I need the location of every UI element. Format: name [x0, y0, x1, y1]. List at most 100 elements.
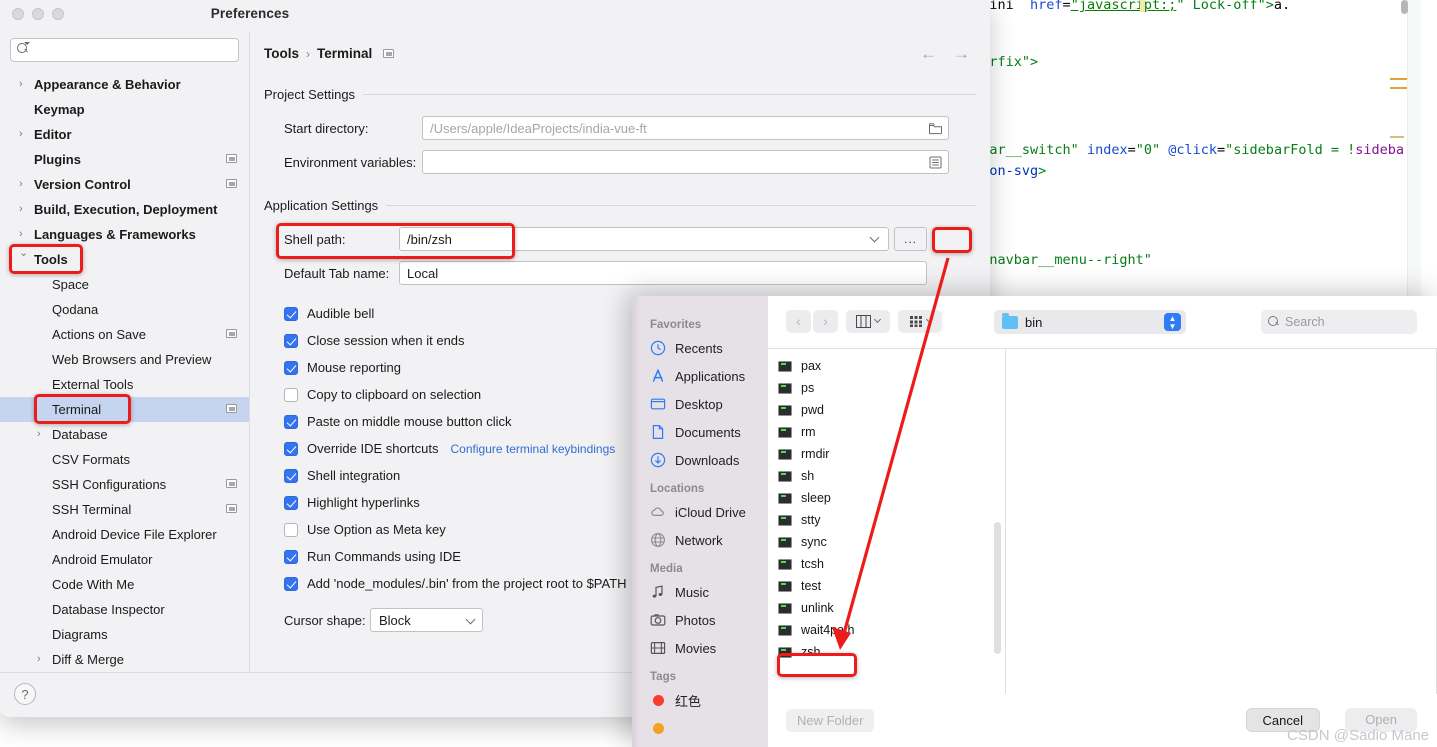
stepper-icon[interactable]: ▲ ▼: [1164, 313, 1181, 331]
checkbox-close-session-when-it-ends[interactable]: [284, 333, 298, 348]
back-arrow-icon[interactable]: ←: [920, 44, 937, 64]
checkbox-highlight-hyperlinks[interactable]: [284, 495, 298, 510]
sidebar-item-build-execution-deployment[interactable]: › Build, Execution, Deployment: [0, 197, 249, 222]
finder-sidebar-item[interactable]: Movies: [632, 634, 768, 662]
checkbox-shell-integration[interactable]: [284, 468, 298, 483]
shell-path-browse-button[interactable]: ...: [894, 227, 927, 251]
editor-scrollbar-thumb[interactable]: [1401, 0, 1408, 14]
chevron-right-icon[interactable]: ›: [19, 179, 28, 190]
edit-list-icon[interactable]: [928, 155, 943, 170]
chevron-right-icon[interactable]: ›: [19, 204, 28, 215]
sidebar-item-database[interactable]: › Database: [0, 422, 249, 447]
breadcrumb-parent[interactable]: Tools: [264, 46, 299, 61]
sidebar-item-tools[interactable]: ⌄ Tools: [0, 247, 249, 272]
back-button[interactable]: ‹: [786, 310, 811, 333]
file-list-item[interactable]: sh: [768, 465, 1005, 487]
sidebar-item-terminal[interactable]: Terminal: [0, 397, 249, 422]
file-list-item[interactable]: rm: [768, 421, 1005, 443]
chevron-right-icon[interactable]: ›: [19, 129, 28, 140]
sidebar-item-appearance-behavior[interactable]: › Appearance & Behavior: [0, 72, 249, 97]
help-button[interactable]: ?: [14, 683, 36, 705]
checkbox-audible-bell[interactable]: [284, 306, 298, 321]
finder-search-field[interactable]: Search: [1261, 310, 1417, 334]
sidebar-item-external-tools[interactable]: External Tools: [0, 372, 249, 397]
checkbox-run-commands-using-ide[interactable]: [284, 549, 298, 564]
finder-sidebar-item[interactable]: Applications: [632, 362, 768, 390]
file-list-item[interactable]: stty: [768, 509, 1005, 531]
close-button-icon[interactable]: [12, 8, 24, 20]
file-list-item[interactable]: pwd: [768, 399, 1005, 421]
file-list-item[interactable]: test: [768, 575, 1005, 597]
sidebar-item-qodana[interactable]: Qodana: [0, 297, 249, 322]
start-directory-field[interactable]: /Users/apple/IdeaProjects/india-vue-ft: [422, 116, 949, 140]
finder-sidebar-item[interactable]: Network: [632, 526, 768, 554]
chevron-down-icon[interactable]: [869, 232, 880, 243]
default-tab-field[interactable]: Local: [399, 261, 927, 285]
search-input[interactable]: [33, 43, 238, 57]
finder-sidebar-item[interactable]: [632, 714, 768, 742]
sidebar-item-code-with-me[interactable]: Code With Me: [0, 572, 249, 597]
shell-path-field[interactable]: /bin/zsh: [399, 227, 889, 251]
configure-keybindings-link[interactable]: Configure terminal keybindings: [451, 442, 616, 456]
sidebar-item-ssh-terminal[interactable]: SSH Terminal: [0, 497, 249, 522]
file-list-item[interactable]: sleep: [768, 487, 1005, 509]
zoom-button-icon[interactable]: [52, 8, 64, 20]
minimize-button-icon[interactable]: [32, 8, 44, 20]
finder-sidebar-item[interactable]: Downloads: [632, 446, 768, 474]
checkbox-paste-on-middle-mouse-button-click[interactable]: [284, 414, 298, 429]
file-list-item[interactable]: wait4path: [768, 619, 1005, 641]
chevron-down-icon[interactable]: ⌄: [19, 248, 28, 259]
sidebar-item-android-device-file-explorer[interactable]: Android Device File Explorer: [0, 522, 249, 547]
checkbox-add-node-modules-bin-from-the-project-root-to-path[interactable]: [284, 576, 298, 591]
sidebar-item-keymap[interactable]: Keymap: [0, 97, 249, 122]
forward-arrow-icon[interactable]: →: [953, 44, 970, 64]
chevron-right-icon[interactable]: ›: [37, 429, 46, 440]
folder-browse-icon[interactable]: [928, 121, 943, 136]
history-navigation[interactable]: ← →: [920, 44, 970, 64]
chevron-right-icon[interactable]: ›: [19, 79, 28, 90]
view-mode-button[interactable]: [846, 310, 890, 333]
forward-button[interactable]: ›: [813, 310, 838, 333]
traffic-lights[interactable]: [12, 8, 64, 20]
file-list-item[interactable]: sync: [768, 531, 1005, 553]
chevron-right-icon[interactable]: ›: [37, 654, 46, 665]
sidebar-item-plugins[interactable]: Plugins: [0, 147, 249, 172]
sidebar-item-diff-merge[interactable]: › Diff & Merge: [0, 647, 249, 672]
finder-sidebar-item[interactable]: Desktop: [632, 390, 768, 418]
sidebar-item-android-emulator[interactable]: Android Emulator: [0, 547, 249, 572]
file-list-item[interactable]: pax: [768, 355, 1005, 377]
finder-sidebar-item[interactable]: iCloud Drive: [632, 498, 768, 526]
checkbox-copy-to-clipboard-on-selection[interactable]: [284, 387, 298, 402]
sidebar-item-actions-on-save[interactable]: Actions on Save: [0, 322, 249, 347]
file-list-item[interactable]: tcsh: [768, 553, 1005, 575]
search-box[interactable]: [10, 38, 239, 62]
file-list-scrollbar[interactable]: [994, 522, 1001, 654]
checkbox-use-option-as-meta-key[interactable]: [284, 522, 298, 537]
file-list-item[interactable]: ps: [768, 377, 1005, 399]
checkbox-override-ide-shortcuts[interactable]: [284, 441, 298, 456]
file-list-item[interactable]: rmdir: [768, 443, 1005, 465]
new-folder-button[interactable]: New Folder: [786, 709, 875, 732]
sidebar-item-web-browsers-and-preview[interactable]: Web Browsers and Preview: [0, 347, 249, 372]
sidebar-item-ssh-configurations[interactable]: SSH Configurations: [0, 472, 249, 497]
sidebar-item-languages-frameworks[interactable]: › Languages & Frameworks: [0, 222, 249, 247]
sidebar-item-editor[interactable]: › Editor: [0, 122, 249, 147]
group-by-button[interactable]: [898, 310, 942, 333]
sidebar-item-csv-formats[interactable]: CSV Formats: [0, 447, 249, 472]
chevron-right-icon[interactable]: ›: [19, 229, 28, 240]
finder-sidebar-item[interactable]: Documents: [632, 418, 768, 446]
env-vars-field[interactable]: [422, 150, 949, 174]
finder-sidebar-item[interactable]: Music: [632, 578, 768, 606]
finder-sidebar-item[interactable]: Photos: [632, 606, 768, 634]
finder-sidebar-item[interactable]: 红色: [632, 686, 768, 714]
file-list-item[interactable]: zsh: [768, 641, 1005, 663]
sidebar-item-diagrams[interactable]: Diagrams: [0, 622, 249, 647]
sidebar-item-version-control[interactable]: › Version Control: [0, 172, 249, 197]
sidebar-item-space[interactable]: Space: [0, 272, 249, 297]
sidebar-item-database-inspector[interactable]: Database Inspector: [0, 597, 249, 622]
cursor-shape-select[interactable]: Block: [370, 608, 483, 632]
finder-sidebar-item[interactable]: Recents: [632, 334, 768, 362]
file-list-item[interactable]: unlink: [768, 597, 1005, 619]
checkbox-mouse-reporting[interactable]: [284, 360, 298, 375]
path-popup-button[interactable]: bin ▲ ▼: [994, 310, 1186, 334]
